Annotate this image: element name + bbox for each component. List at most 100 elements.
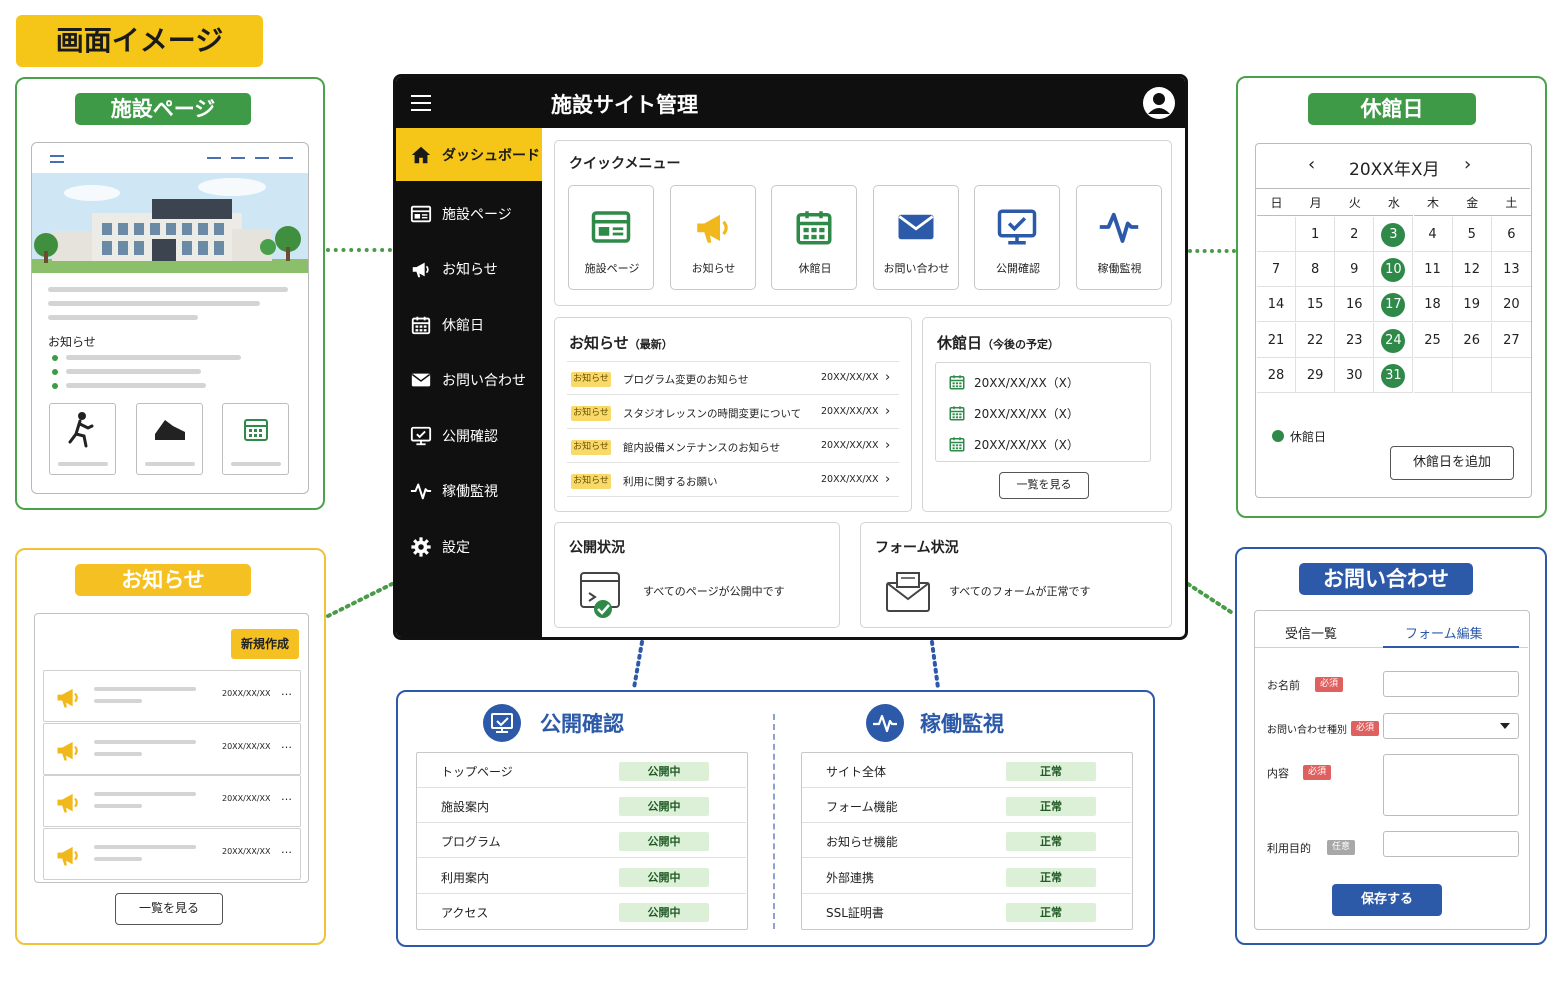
sidebar-item-page[interactable]: 施設ページ [396,189,542,239]
nav-links[interactable] [207,157,295,159]
calendar-day[interactable]: 8 [1296,252,1336,288]
holiday-view-all-button[interactable]: 一覧を見る [999,472,1089,499]
news-row[interactable]: お知らせ スタジオレッスンの時間変更について 20XX/XX/XX › [567,396,899,429]
sidebar-item-mail[interactable]: お問い合わせ [396,355,542,405]
admin-window: 施設サイト管理 ダッシュボード 施設ページ お知らせ 休館日 お問い合わせ 公開確認 稼働監… [393,74,1188,640]
quick-menu-page[interactable]: 施設ページ [568,185,654,290]
prev-month-button[interactable]: ‹ [1308,154,1315,175]
shoe-card[interactable] [136,403,203,475]
facility-page-panel: 施設ページ お知らせ [15,77,325,510]
calendar-day[interactable]: 19 [1452,287,1492,323]
calendar-day[interactable]: 25 [1413,322,1453,358]
notices-list-frame: 新規作成 20XX/XX/XX… 20XX/XX/XX… 20XX/XX/XX… 20… [34,613,309,883]
calendar-day[interactable]: 28 [1257,357,1296,393]
next-month-button[interactable]: › [1464,154,1471,175]
calendar-day-closed[interactable]: 31 [1374,357,1414,393]
program-card[interactable] [49,403,116,475]
day-number: 2 [1350,227,1359,242]
calendar-day[interactable]: 2 [1335,217,1375,252]
new-notice-button[interactable]: 新規作成 [231,629,299,659]
calendar-day[interactable]: 22 [1296,322,1336,358]
calendar-day[interactable]: 20 [1491,287,1531,323]
calendar-card[interactable] [222,403,289,475]
notice-row[interactable]: 20XX/XX/XX… [43,827,301,880]
calendar-day[interactable]: 23 [1335,322,1375,358]
page-title: 画面イメージ [16,15,263,67]
notice-row[interactable]: 20XX/XX/XX … [43,722,301,775]
calendar-day[interactable]: 15 [1296,287,1336,323]
sidebar-item-calendar[interactable]: 休館日 [396,300,542,350]
quick-menu-card: クイックメニュー 施設ページ お知らせ 休館日 お問い合わせ 公開確認 稼働監視 [554,140,1172,306]
day-number: 5 [1467,227,1476,242]
calendar-day[interactable]: 30 [1335,357,1375,393]
page-icon [410,203,432,225]
sidebar-item-megaphone[interactable]: お知らせ [396,244,542,294]
notice-date: 20XX/XX/XX [222,689,271,698]
more-icon[interactable]: … [281,790,292,803]
calendar-day[interactable]: 21 [1257,322,1296,358]
hamburger-icon[interactable] [411,95,431,111]
calendar-day-closed[interactable]: 17 [1374,287,1414,323]
notice-row[interactable]: 20XX/XX/XX … [43,670,301,722]
more-icon[interactable]: … [281,738,292,751]
calendar-day[interactable]: 4 [1413,217,1453,252]
facility-page-preview: お知らせ [31,142,309,494]
calendar-day[interactable]: 16 [1335,287,1375,323]
tab-form-edit[interactable]: フォーム編集 [1405,623,1483,642]
user-avatar-icon[interactable] [1142,86,1176,120]
calendar-day[interactable]: 7 [1257,252,1296,288]
day-number: 28 [1267,367,1285,383]
quick-menu-pulse[interactable]: 稼働監視 [1075,185,1162,290]
news-row[interactable]: お知らせ 館内設備メンテナンスのお知らせ 20XX/XX/XX › [567,430,899,463]
hamburger-icon[interactable] [50,155,64,163]
name-input[interactable] [1383,671,1519,697]
quick-menu-monitor-check[interactable]: 公開確認 [974,185,1060,290]
sidebar-item-pulse[interactable]: 稼働監視 [396,466,542,516]
calendar-day[interactable]: 9 [1335,252,1375,288]
calendar-day[interactable]: 6 [1491,217,1531,252]
calendar-day-closed[interactable]: 3 [1374,217,1414,252]
calendar-day[interactable]: 12 [1452,252,1492,288]
news-row[interactable]: お知らせ プログラム変更のお知らせ 20XX/XX/XX › [567,362,899,395]
news-row[interactable]: お知らせ 利用に関するお願い 20XX/XX/XX › [567,464,899,497]
text-line [48,287,288,292]
purpose-input[interactable] [1383,831,1519,857]
save-button[interactable]: 保存する [1332,884,1442,916]
quick-menu-calendar[interactable]: 休館日 [771,185,857,290]
more-icon[interactable]: … [281,685,292,698]
calendar-day-closed[interactable]: 24 [1374,322,1414,358]
sidebar-item-monitor-check[interactable]: 公開確認 [396,411,542,461]
calendar-day[interactable]: 27 [1491,323,1531,358]
content-textarea[interactable] [1383,754,1519,816]
sidebar-item-home[interactable]: ダッシュボード [396,128,542,181]
status-badge: 正常 [1006,867,1096,887]
calendar-day[interactable]: 11 [1413,252,1453,288]
facility-page-title: 施設ページ [75,93,251,125]
pulse-icon [866,704,904,742]
bullet [52,355,58,361]
calendar-day-closed[interactable]: 10 [1374,252,1414,288]
calendar-day[interactable]: 14 [1257,287,1296,323]
more-icon[interactable]: … [281,843,292,856]
calendar-day[interactable]: 29 [1296,357,1336,393]
connector-notices [326,582,394,618]
sidebar-item-label: 稼働監視 [442,484,498,500]
notice-date: 20XX/XX/XX [222,741,271,751]
calendar-day[interactable]: 26 [1452,322,1492,358]
calendar-day[interactable]: 1 [1296,217,1336,252]
add-closed-day-button[interactable]: 休館日を追加 [1390,446,1514,480]
calendar-day[interactable]: 18 [1413,287,1453,323]
holiday-date: 20XX/XX/XX（X） [974,375,1079,390]
sidebar-item-gear[interactable]: 設定 [396,522,542,572]
notice-row[interactable]: 20XX/XX/XX… [43,775,301,827]
required-badge: 必須 [1351,721,1379,736]
text-line [94,844,196,849]
calendar-day[interactable]: 13 [1491,252,1531,288]
calendar-day[interactable]: 5 [1452,217,1492,252]
quick-menu-megaphone[interactable]: お知らせ [669,185,756,290]
notices-view-all-button[interactable]: 一覧を見る [115,893,223,925]
quick-menu-mail[interactable]: お問い合わせ [872,185,959,290]
tab-received-list[interactable]: 受信一覧 [1285,623,1337,642]
inquiry-type-select[interactable] [1383,713,1519,739]
holiday-title: 休館日 [937,334,983,352]
